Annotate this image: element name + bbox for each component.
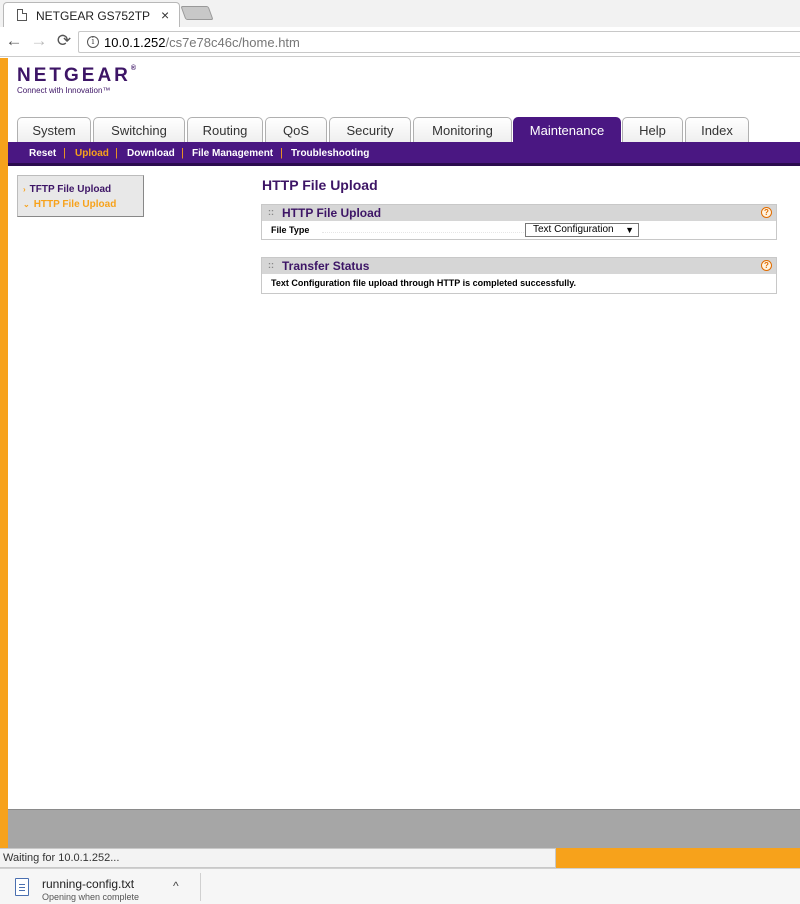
browser-toolbar: ← → ⟳ i 10.0.1.252/cs7e78c46c/home.htm — [0, 27, 800, 57]
tab-routing[interactable]: Routing — [187, 117, 263, 143]
browser-status-bar: Waiting for 10.0.1.252... — [0, 848, 556, 868]
tab-help[interactable]: Help — [622, 117, 683, 143]
web-page: NETGEAR® Connect with Innovation™ System… — [0, 58, 800, 848]
url-path: /cs7e78c46c/home.htm — [165, 35, 300, 50]
panel-header: :: HTTP File Upload ? — [262, 205, 776, 221]
page-frame-edge — [556, 848, 800, 868]
tab-title: NETGEAR GS752TP — [36, 9, 151, 23]
file-type-label: File Type — [271, 225, 310, 235]
panel-body: Text Configuration file upload through H… — [262, 274, 776, 293]
url-host: 10.0.1.252 — [104, 35, 166, 50]
file-type-select[interactable]: Text Configuration ▼ — [525, 223, 639, 237]
panel-header: :: Transfer Status ? — [262, 258, 776, 274]
page-icon — [17, 9, 27, 21]
file-icon — [15, 878, 29, 896]
page-title: HTTP File Upload — [262, 177, 378, 193]
help-icon[interactable]: ? — [761, 260, 772, 271]
drag-handle-icon: :: — [268, 260, 274, 270]
subnav-file-management[interactable]: File Management — [192, 148, 273, 159]
side-item-label: HTTP File Upload — [33, 199, 117, 210]
tab-qos[interactable]: QoS — [265, 117, 327, 143]
subnav-troubleshooting[interactable]: Troubleshooting — [291, 148, 369, 159]
drag-handle-icon: :: — [268, 207, 274, 217]
subnav-reset[interactable]: Reset — [29, 148, 56, 159]
side-item-http-upload[interactable]: ⌄ HTTP File Upload — [23, 199, 116, 210]
transfer-status-message: Text Configuration file upload through H… — [271, 278, 577, 288]
back-arrow-icon[interactable]: ← — [5, 32, 23, 50]
tab-security[interactable]: Security — [329, 117, 411, 143]
panel-body: File Type Text Configuration ▼ — [262, 221, 776, 239]
page-content: NETGEAR® Connect with Innovation™ System… — [8, 58, 800, 848]
help-icon[interactable]: ? — [761, 207, 772, 218]
subnav-separator: | — [63, 147, 66, 159]
chevron-down-icon: ⌄ — [23, 200, 30, 209]
transfer-status-panel: :: Transfer Status ? Text Configuration … — [261, 257, 777, 294]
close-icon[interactable]: × — [161, 7, 169, 23]
chevron-up-icon[interactable]: ^ — [173, 879, 179, 893]
logo-text: NETGEAR — [17, 65, 131, 86]
header: NETGEAR® Connect with Innovation™ — [8, 58, 800, 116]
subnav-upload[interactable]: Upload — [75, 148, 109, 159]
browser-tabstrip: NETGEAR GS752TP × — [0, 0, 800, 27]
panel-title: Transfer Status — [282, 259, 370, 273]
downloads-shelf: running-config.txt Opening when complete… — [0, 868, 800, 904]
netgear-logo: NETGEAR® — [17, 65, 136, 87]
new-tab-button[interactable] — [180, 6, 214, 20]
subnav-download[interactable]: Download — [127, 148, 175, 159]
file-type-value: Text Configuration — [533, 224, 614, 235]
tab-index[interactable]: Index — [685, 117, 749, 143]
upload-panel: :: HTTP File Upload ? File Type Text Con… — [261, 204, 777, 240]
footer-bar — [8, 809, 800, 848]
chevron-right-icon: › — [23, 185, 26, 194]
subnav-separator: | — [280, 147, 283, 159]
subnav-separator: | — [115, 147, 118, 159]
subnav-separator: | — [181, 147, 184, 159]
main-tabs: System Switching Routing QoS Security Mo… — [8, 116, 800, 143]
download-filename[interactable]: running-config.txt — [42, 877, 134, 891]
side-menu: › TFTP File Upload ⌄ HTTP File Upload — [17, 175, 144, 217]
sub-navigation: Reset | Upload | Download | File Managem… — [8, 142, 800, 166]
reload-icon[interactable]: ⟳ — [55, 32, 73, 50]
dropdown-arrow-icon: ▼ — [625, 225, 634, 235]
panel-title: HTTP File Upload — [282, 206, 382, 220]
side-item-label: TFTP File Upload — [29, 184, 112, 195]
logo-mark: ® — [130, 65, 137, 72]
url-text: 10.0.1.252/cs7e78c46c/home.htm — [104, 35, 300, 50]
tab-switching[interactable]: Switching — [93, 117, 185, 143]
address-bar[interactable]: i 10.0.1.252/cs7e78c46c/home.htm — [78, 31, 800, 53]
tab-monitoring[interactable]: Monitoring — [413, 117, 512, 143]
tab-maintenance[interactable]: Maintenance — [513, 117, 621, 143]
tab-system[interactable]: System — [17, 117, 91, 143]
info-icon[interactable]: i — [87, 36, 99, 48]
forward-arrow-icon[interactable]: → — [30, 32, 48, 50]
download-status: Opening when complete — [42, 892, 140, 902]
divider — [200, 873, 201, 901]
tagline: Connect with Innovation™ — [17, 86, 111, 95]
browser-tab[interactable]: NETGEAR GS752TP × — [3, 2, 180, 27]
side-item-tftp-upload[interactable]: › TFTP File Upload — [23, 184, 111, 195]
